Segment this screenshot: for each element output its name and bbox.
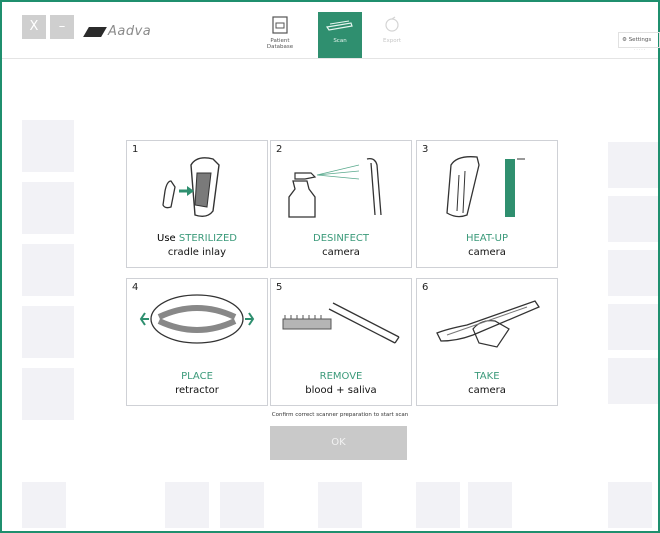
folder-icon: [272, 16, 288, 34]
step-card-4: 4 PLACE retractor: [126, 278, 268, 406]
step-title: REMOVE: [271, 371, 411, 383]
step-title: Use STERILIZED: [127, 233, 267, 245]
nav-export[interactable]: Export: [370, 12, 414, 58]
nav-scan[interactable]: Scan: [318, 12, 362, 58]
placeholder-slot: [165, 482, 209, 528]
step-title: TAKE: [417, 371, 557, 383]
step-card-5: 5 REMOVE blood + saliva: [270, 278, 412, 406]
step-subtitle: camera: [468, 385, 506, 396]
nav-scan-label: Scan: [333, 38, 347, 44]
step-card-2: 2 DESINFECT camera: [270, 140, 412, 268]
step-highlight: TAKE: [474, 371, 500, 382]
step-card-3: 3 HEAT-UP camera: [416, 140, 558, 268]
gear-icon: ⚙: [622, 37, 627, 43]
close-button[interactable]: X: [22, 15, 46, 39]
logo-mark-icon: [83, 27, 107, 37]
placeholder-slot: [416, 482, 460, 528]
export-icon: [385, 16, 399, 32]
step-subtitle: retractor: [175, 385, 219, 396]
nav-patient-database-label: Patient Database: [266, 38, 294, 50]
brand-name: Aadva: [108, 24, 152, 39]
scanner-icon: [325, 20, 353, 31]
placeholder-slot: [22, 306, 74, 358]
placeholder-slot: [22, 482, 66, 528]
step-card-1: 1 Use STERILIZED cradle inlay: [126, 140, 268, 268]
placeholder-slot: [608, 304, 658, 350]
cradle-inlay-icon: [162, 157, 220, 218]
step-subtitle: cradle inlay: [167, 247, 227, 258]
step-subtitle: camera: [322, 247, 360, 258]
placeholder-slot: [608, 142, 658, 188]
placeholder-slot: [608, 250, 658, 296]
minimize-button[interactable]: –: [50, 15, 74, 39]
placeholder-slot: [22, 182, 74, 234]
placeholder-slot: [608, 196, 658, 242]
step-title: DESINFECT: [271, 233, 411, 245]
toothbrush-icon: [282, 302, 400, 344]
settings-subtext: ·····: [634, 48, 647, 53]
top-bar: X – Aadva Patient Database Scan Export ⚙…: [2, 2, 660, 59]
retractor-icon: [139, 294, 255, 344]
intraoral-camera-icon: [436, 300, 540, 348]
step-highlight: HEAT-UP: [465, 233, 509, 244]
step-highlight: STERILIZED: [178, 233, 237, 244]
step-card-6: 6 TAKE camera: [416, 278, 558, 406]
step-title: HEAT-UP: [417, 233, 557, 245]
confirm-message: Confirm correct scanner preparation to s…: [271, 412, 409, 418]
app-window: X – Aadva Patient Database Scan Export ⚙…: [0, 0, 660, 533]
placeholder-slot: [22, 244, 74, 296]
placeholder-slot: [22, 368, 74, 420]
step-subtitle: camera: [468, 247, 506, 258]
spray-bottle-icon: [288, 157, 382, 218]
nav-patient-database[interactable]: Patient Database: [258, 12, 302, 58]
step-highlight: DESINFECT: [313, 233, 369, 244]
step-highlight: REMOVE: [319, 371, 363, 382]
step-prefix: Use: [157, 233, 179, 244]
placeholder-slot: [608, 358, 658, 404]
step-title: PLACE: [127, 371, 267, 383]
placeholder-slot: [22, 120, 74, 172]
placeholder-slot: [608, 482, 652, 528]
settings-button[interactable]: ⚙ Settings: [618, 32, 660, 48]
settings-label: Settings: [628, 37, 652, 43]
heat-up-icon: [446, 156, 525, 218]
step-highlight: PLACE: [181, 371, 213, 382]
nav-export-label: Export: [382, 38, 401, 44]
placeholder-slot: [318, 482, 362, 528]
ok-button[interactable]: OK: [270, 426, 407, 460]
placeholder-slot: [468, 482, 512, 528]
step-subtitle: blood + saliva: [305, 385, 377, 396]
placeholder-slot: [220, 482, 264, 528]
